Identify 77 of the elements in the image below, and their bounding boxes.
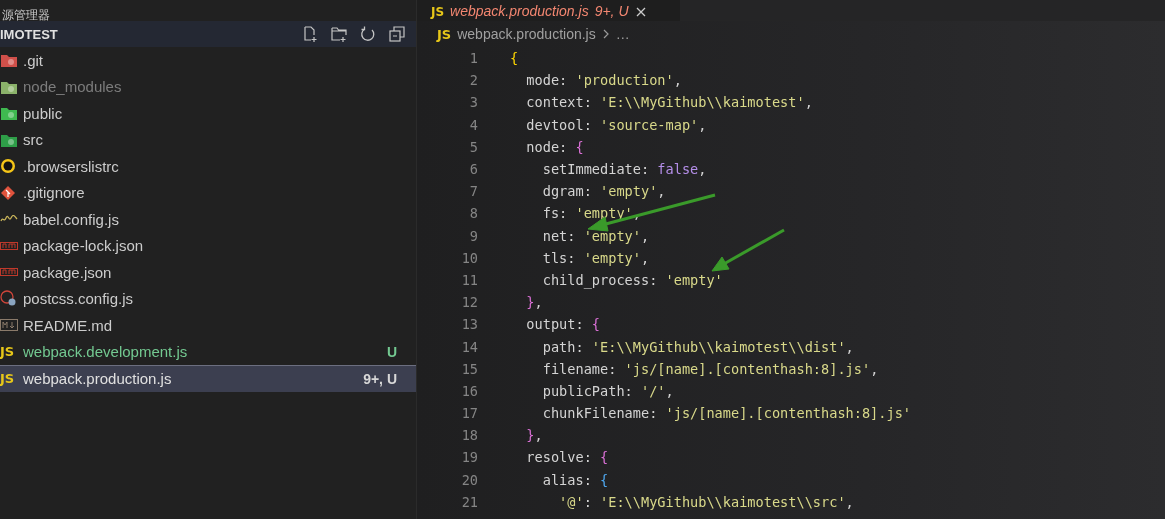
code-line: chunkFilename: 'js/[name].[contenthash:8].js': [541, 405, 912, 422]
code-line: publicPath: '/',: [541, 382, 674, 399]
line-number: 9: [468, 227, 478, 244]
breadcrumb-item[interactable]: webpack.production.js: [457, 26, 596, 42]
file-tree-item[interactable]: .git: [0, 47, 416, 74]
code-line: dgram: 'empty',: [541, 183, 666, 200]
line-number: 18: [460, 427, 478, 444]
js-file-icon: JS: [0, 344, 15, 360]
file-tree-item[interactable]: postcss.config.js: [0, 285, 416, 312]
file-tree-item[interactable]: JS webpack.development.js U: [0, 338, 416, 365]
new-folder-icon[interactable]: [330, 25, 348, 43]
code-line: resolve: {: [525, 449, 609, 466]
code-line: context: 'E:\\MyGithub\\kaimotest',: [525, 94, 813, 111]
new-file-icon[interactable]: [301, 25, 319, 43]
code-line: output: {: [525, 316, 601, 333]
file-tree-item[interactable]: package-lock.json: [0, 232, 416, 259]
line-number: 21: [460, 493, 478, 510]
line-number: 10: [460, 249, 478, 266]
line-number: 15: [460, 360, 478, 377]
line-number: 7: [468, 183, 478, 200]
gear-icon: [0, 290, 17, 308]
line-number: 6: [468, 161, 478, 178]
folder-header[interactable]: IMOTEST: [0, 21, 416, 47]
js-file-icon: JS: [0, 371, 15, 387]
circle-icon: [0, 158, 16, 175]
line-number: 3: [468, 94, 478, 111]
refresh-icon[interactable]: [359, 25, 377, 43]
collapse-all-icon[interactable]: [388, 25, 406, 43]
line-number: 19: [460, 449, 478, 466]
line-number: 1: [468, 50, 478, 67]
line-number: 8: [468, 205, 478, 222]
file-tree-item[interactable]: babel.config.js: [0, 206, 416, 233]
code-line: },: [525, 427, 543, 444]
line-number: 5: [468, 138, 478, 155]
code-line: child_process: 'empty': [541, 271, 723, 288]
code-line: {: [510, 50, 519, 67]
file-tree-item[interactable]: node_modules: [0, 73, 416, 100]
file-tree-item[interactable]: .gitignore: [0, 179, 416, 206]
file-tree-item[interactable]: package.json: [0, 259, 416, 286]
file-tree-item[interactable]: JS webpack.production.js 9+, U: [0, 365, 416, 392]
line-number: 2: [468, 72, 478, 89]
code-line: path: 'E:\\MyGithub\\kaimotest\\dist',: [541, 338, 854, 355]
line-number: 16: [460, 382, 478, 399]
line-number: 12: [460, 294, 478, 311]
code-line: alias: {: [541, 471, 609, 488]
breadcrumb-item[interactable]: …: [615, 26, 630, 42]
diamond-icon: [0, 184, 16, 201]
js-file-icon: JS: [437, 26, 452, 42]
line-number: 11: [460, 271, 478, 288]
code-line: setImmediate: false,: [541, 161, 707, 178]
line-number: 20: [460, 471, 478, 488]
code-line: node: {: [525, 138, 584, 155]
babel-icon: [0, 215, 18, 224]
chevron-right-icon: [601, 28, 610, 40]
package-icon: [0, 268, 18, 277]
file-tree-item[interactable]: .browserslistrc: [0, 153, 416, 180]
code-line: devtool: 'source-map',: [525, 116, 707, 133]
markdown-icon: [0, 319, 18, 332]
file-tree-item[interactable]: src: [0, 126, 416, 153]
folder-icon: [0, 52, 18, 69]
folder-icon: [0, 105, 18, 122]
explorer-title: 源管理器: [1, 9, 50, 21]
line-number: 14: [460, 338, 478, 355]
code-line: tls: 'empty',: [541, 249, 650, 266]
code-line: '@': 'E:\\MyGithub\\kaimotest\\src',: [558, 493, 854, 510]
line-number: 4: [468, 116, 478, 133]
close-icon[interactable]: [634, 6, 647, 18]
file-tree-item[interactable]: public: [0, 100, 416, 127]
file-tree-item[interactable]: README.md: [0, 312, 416, 339]
line-number: 13: [460, 316, 478, 333]
code-line: filename: 'js/[name].[contenthash:8].js',: [541, 360, 879, 377]
code-line: },: [525, 294, 543, 311]
package-icon: [0, 241, 18, 250]
line-number: 17: [460, 405, 478, 422]
code-line: net: 'empty',: [541, 227, 650, 244]
code-line: mode: 'production',: [525, 72, 682, 89]
editor-tab[interactable]: JS webpack.production.js 9+, U: [417, 0, 680, 21]
